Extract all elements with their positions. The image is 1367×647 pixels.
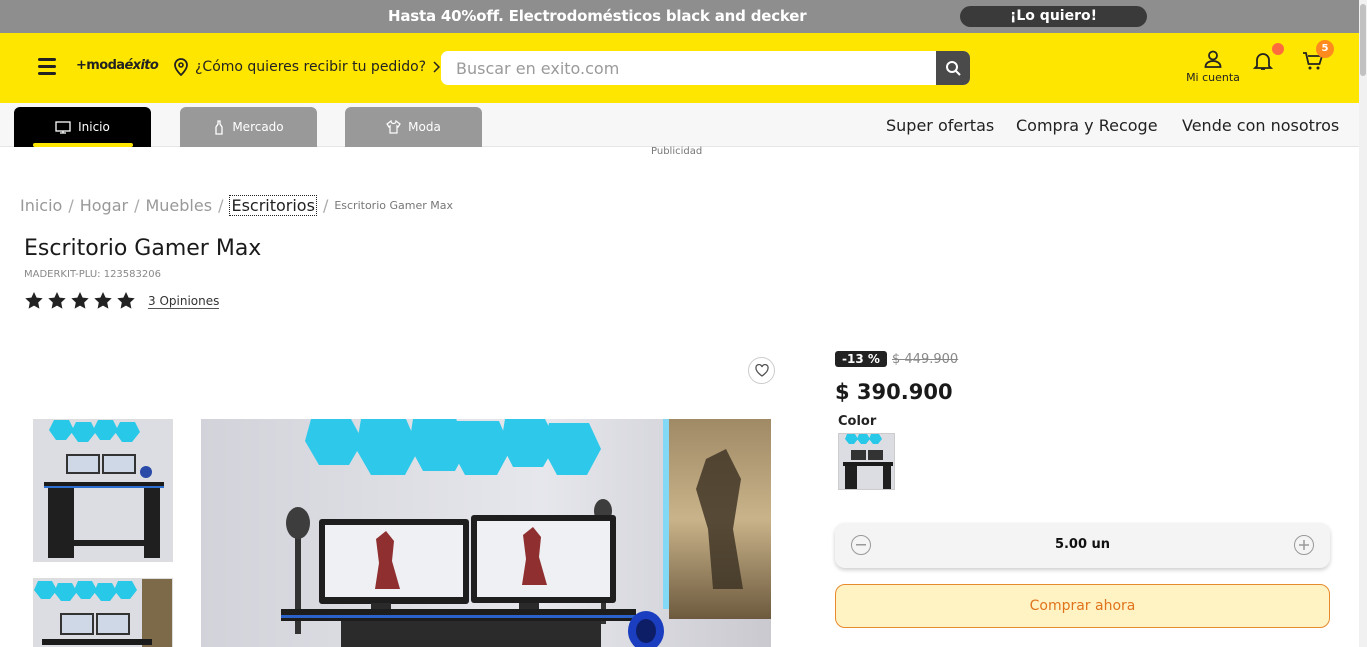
tab-moda[interactable]: Moda: [345, 107, 482, 147]
product-sku: MADERKIT-PLU: 123583206: [24, 269, 161, 280]
plus-icon: [1299, 540, 1309, 550]
breadcrumb-separator: /: [218, 196, 224, 215]
product-thumbnail[interactable]: [33, 578, 173, 647]
color-swatch[interactable]: [838, 433, 895, 490]
hamburger-menu-icon[interactable]: [38, 58, 56, 76]
star-icon: [94, 292, 112, 309]
product-main-image[interactable]: [201, 419, 771, 647]
quantity-value: 5.00 un: [1054, 537, 1111, 552]
breadcrumb-separator: /: [322, 196, 329, 215]
breadcrumb-item[interactable]: Inicio: [20, 196, 62, 215]
account-button[interactable]: Mi cuenta: [1180, 50, 1246, 84]
current-price: $ 390.900: [835, 380, 953, 404]
promo-text: Hasta 40%off. Electrodomésticos black an…: [388, 7, 807, 25]
page-scrollbar[interactable]: [1359, 0, 1367, 647]
favorite-button[interactable]: [748, 357, 775, 384]
tab-label: Moda: [408, 120, 441, 134]
product-title: Escritorio Gamer Max: [24, 236, 262, 261]
monitor-icon: [55, 120, 71, 134]
bell-icon: [1252, 53, 1274, 70]
search-input[interactable]: [441, 51, 935, 85]
notifications-button[interactable]: [1252, 51, 1274, 75]
star-icon: [117, 292, 135, 309]
scrollbar-thumb[interactable]: [1360, 4, 1366, 76]
tab-inicio[interactable]: Inicio: [14, 107, 151, 147]
breadcrumb-separator: /: [68, 196, 74, 215]
search-button[interactable]: [936, 51, 970, 85]
notification-dot: [1272, 43, 1284, 55]
color-label: Color: [838, 414, 877, 429]
promo-cta-button[interactable]: ¡Lo quiero!: [960, 6, 1147, 27]
breadcrumb-item[interactable]: Hogar: [80, 196, 128, 215]
search-bar: [441, 51, 970, 85]
delivery-label: ¿Cómo quieres recibir tu pedido?: [195, 59, 427, 75]
old-price: $ 449.900: [892, 352, 959, 367]
discount-badge: -13 %: [835, 351, 887, 367]
bottle-icon: [215, 119, 223, 135]
search-icon: [946, 61, 961, 76]
breadcrumb-current: Escritorio Gamer Max: [334, 199, 453, 212]
nav-link-super-ofertas[interactable]: Super ofertas: [886, 116, 994, 135]
star-icon: [71, 292, 89, 309]
location-pin-icon: [174, 58, 188, 76]
nav-link-vende[interactable]: Vende con nosotros: [1182, 116, 1339, 135]
star-icon: [25, 292, 43, 309]
chevron-right-icon: [433, 61, 441, 73]
breadcrumb-separator: /: [134, 196, 140, 215]
main-header: +modaéxito ¿Cómo quieres recibir tu pedi…: [0, 33, 1359, 103]
tab-label: Mercado: [232, 120, 284, 134]
breadcrumb-item[interactable]: Muebles: [145, 196, 212, 215]
tab-mercado[interactable]: Mercado: [180, 107, 317, 147]
tab-label: Inicio: [78, 120, 110, 134]
account-label: Mi cuenta: [1186, 71, 1240, 84]
promo-bar: Hasta 40%off. Electrodomésticos black an…: [0, 0, 1359, 33]
nav-link-compra-recoge[interactable]: Compra y Recoge: [1016, 116, 1158, 135]
rating-stars: [24, 291, 136, 310]
breadcrumb: Inicio / Hogar / Muebles / Escritorios /…: [20, 195, 453, 216]
category-nav: Inicio Mercado Moda Super ofertas Compra…: [0, 103, 1359, 147]
quantity-increase-button[interactable]: [1294, 535, 1314, 555]
buy-now-button[interactable]: Comprar ahora: [835, 584, 1330, 628]
user-icon: [1204, 50, 1222, 68]
breadcrumb-item[interactable]: Escritorios: [229, 195, 317, 216]
product-thumbnail[interactable]: [33, 419, 173, 562]
ad-label: Publicidad: [651, 146, 703, 157]
quantity-stepper: 5.00 un: [835, 523, 1330, 568]
heart-icon: [754, 364, 769, 377]
site-logo[interactable]: +modaéxito: [76, 58, 159, 73]
delivery-selector[interactable]: ¿Cómo quieres recibir tu pedido?: [173, 58, 441, 76]
cart-count-badge: 5: [1316, 40, 1334, 58]
shirt-icon: [386, 120, 401, 134]
active-tab-indicator: [33, 143, 133, 147]
star-icon: [48, 292, 66, 309]
reviews-link[interactable]: 3 Opiniones: [148, 294, 220, 309]
